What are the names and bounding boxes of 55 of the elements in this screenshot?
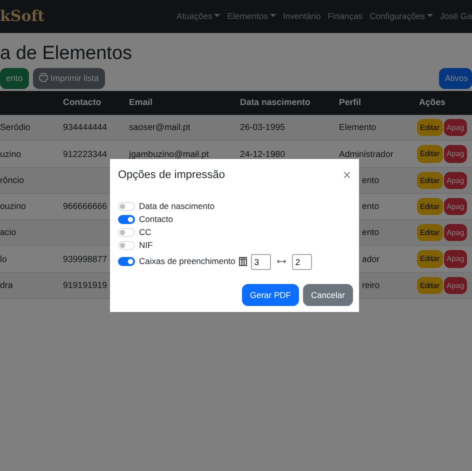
table-cell: ento bbox=[362, 174, 380, 185]
table-cell: Seródio bbox=[0, 122, 30, 132]
table-cell: saoser@mail.pt bbox=[129, 122, 190, 132]
table-cell: acio bbox=[0, 227, 16, 238]
horizontal-arrows-icon bbox=[277, 259, 286, 264]
table-cell: ento bbox=[362, 227, 380, 238]
nav-link[interactable]: José Ga bbox=[440, 10, 472, 23]
table-cell: reiro bbox=[362, 280, 380, 290]
generate-pdf-button[interactable]: Gerar PDF bbox=[242, 284, 299, 306]
column-header: Ações bbox=[414, 90, 472, 115]
column-header: Perfil bbox=[334, 90, 414, 115]
table-cell: jgambuzino@mail.pt bbox=[129, 148, 209, 159]
column-header: Contacto bbox=[58, 90, 124, 115]
column-header: Email bbox=[124, 90, 235, 115]
nav-link[interactable]: Finanças bbox=[328, 10, 363, 23]
table-cell: Elemento bbox=[339, 122, 376, 132]
modal-title: Opções de impressão bbox=[118, 168, 225, 183]
nav-link[interactable]: Elementos bbox=[227, 10, 276, 23]
option-label: Caixas de preenchimento bbox=[139, 255, 236, 268]
table-cell: dra bbox=[0, 280, 13, 290]
nav-link[interactable]: Configurações bbox=[370, 10, 433, 23]
toggle-switch[interactable] bbox=[118, 257, 135, 266]
table-cell: Administrador bbox=[339, 148, 394, 159]
table-cell: 912223344 bbox=[63, 148, 108, 159]
close-button[interactable] bbox=[343, 171, 351, 180]
table-cell: rôncio bbox=[0, 174, 24, 185]
table-cell: 939998877 bbox=[63, 254, 108, 264]
cancel-button[interactable]: Cancelar bbox=[302, 284, 353, 306]
option-label: NIF bbox=[139, 238, 153, 252]
column-header: Data nascimento bbox=[235, 90, 334, 115]
brand-logo-text[interactable]: kSoft bbox=[0, 5, 45, 28]
table-cell: ouzino bbox=[0, 201, 26, 212]
table-cell: 26-03-1995 bbox=[240, 122, 285, 132]
table-cell: 24-12-1980 bbox=[240, 148, 285, 159]
option-label: Contacto bbox=[139, 212, 174, 226]
table-grid-icon bbox=[239, 257, 248, 266]
page-title: a de Elementos bbox=[0, 43, 134, 66]
table-cell: ento bbox=[362, 201, 380, 212]
option-label: CC bbox=[139, 226, 152, 238]
columns-count-field[interactable]: 3 bbox=[251, 254, 272, 270]
table-cell: 919191919 bbox=[63, 280, 108, 290]
table-cell: 934444444 bbox=[63, 122, 108, 132]
printer-icon bbox=[38, 72, 48, 82]
nav-link[interactable]: Atuações bbox=[176, 10, 220, 23]
table-cell: uzino bbox=[0, 148, 22, 159]
table-cell: 966666666 bbox=[63, 201, 108, 212]
nav-link[interactable]: Inventário bbox=[282, 10, 321, 23]
toggle-switch[interactable] bbox=[118, 214, 135, 224]
active-filter-button[interactable]: Ativos bbox=[438, 68, 472, 89]
print-list-button[interactable]: Imprimir lista bbox=[32, 68, 105, 89]
add-button[interactable]: ento bbox=[0, 68, 29, 89]
table-cell: ador bbox=[362, 254, 380, 264]
rows-count-field[interactable]: 2 bbox=[292, 254, 312, 270]
option-label: Data de nascimento bbox=[139, 200, 215, 212]
table-cell: lo bbox=[0, 254, 7, 264]
